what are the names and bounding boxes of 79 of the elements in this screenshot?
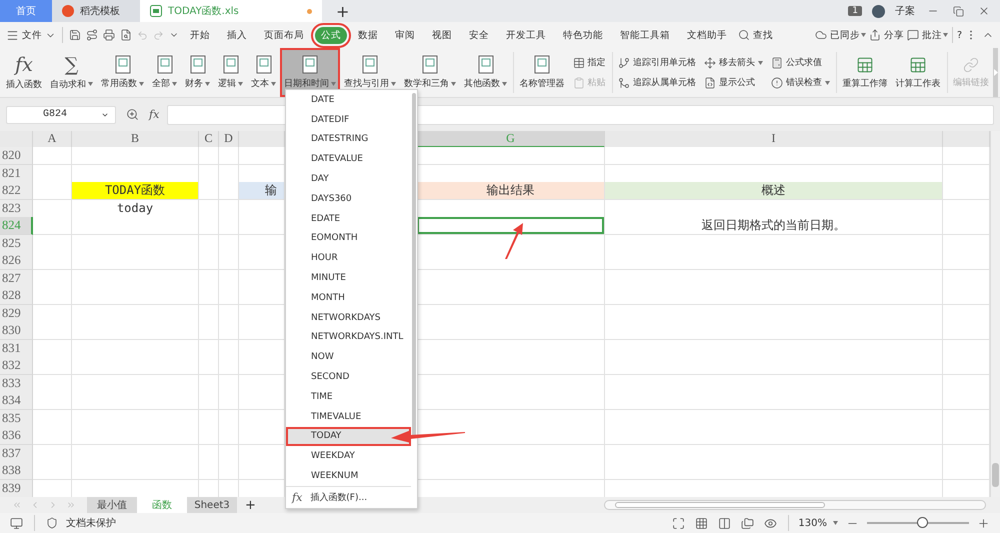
row-header[interactable]: 834: [0, 392, 33, 410]
row-header[interactable]: 826: [0, 252, 33, 270]
row-header[interactable]: 839: [0, 480, 33, 498]
row-header[interactable]: 823: [0, 200, 33, 218]
row-header[interactable]: 828: [0, 287, 33, 305]
file-menu[interactable]: 文件: [22, 28, 42, 42]
column-header[interactable]: C: [199, 131, 219, 148]
function-menu-item[interactable]: TODAY: [286, 426, 411, 446]
share-link[interactable]: 分享: [884, 28, 904, 42]
tool-button[interactable]: 追踪引用单元格: [618, 56, 696, 69]
protection-status[interactable]: 文档未保护: [66, 516, 116, 530]
help-link[interactable]: ?: [956, 30, 962, 40]
document-tab[interactable]: 稻壳模板: [52, 0, 140, 22]
table-cell[interactable]: 概述: [605, 182, 943, 200]
new-tab-button[interactable]: +: [322, 0, 364, 22]
find-link[interactable]: 查找: [753, 28, 773, 42]
column-header[interactable]: D: [219, 131, 239, 148]
table-cell[interactable]: 输出结果: [417, 182, 605, 200]
recalculate-button[interactable]: 重算工作簿: [838, 48, 892, 97]
row-header[interactable]: 838: [0, 462, 33, 480]
ribbon-tab[interactable]: 开始: [184, 26, 216, 44]
tool-button[interactable]: 显示公式: [704, 76, 763, 89]
row-header[interactable]: 836: [0, 427, 33, 445]
tool-button[interactable]: 移去箭头: [704, 56, 763, 69]
function-category-button[interactable]: 全部: [148, 48, 181, 97]
tool-button[interactable]: 公式求值: [771, 56, 830, 69]
function-menu-item[interactable]: DATE: [286, 90, 411, 110]
comment-link[interactable]: 批注: [922, 28, 942, 42]
name-manager-button[interactable]: 名称管理器: [516, 48, 568, 97]
row-header[interactable]: 831: [0, 340, 33, 358]
row-header[interactable]: 825: [0, 234, 33, 252]
function-category-button[interactable]: 财务: [181, 48, 214, 97]
column-header[interactable]: B: [72, 131, 199, 148]
row-header[interactable]: 820: [0, 147, 33, 165]
function-category-button[interactable]: ∑ 自动求和: [46, 48, 97, 97]
table-cell[interactable]: 输: [239, 182, 285, 200]
ribbon-tab[interactable]: 页面布局: [258, 26, 310, 44]
table-cell[interactable]: TODAY函数: [72, 182, 199, 200]
function-category-button[interactable]: fx 插入函数: [2, 48, 46, 97]
row-header[interactable]: 821: [0, 164, 33, 182]
tool-button[interactable]: 追踪从属单元格: [618, 76, 696, 89]
tool-button[interactable]: 错误检查: [771, 76, 830, 89]
function-glyph-icon: ∑: [64, 54, 78, 74]
function-category-button[interactable]: 文本: [247, 48, 280, 97]
name-box[interactable]: G824: [6, 106, 116, 124]
function-category-button[interactable]: 其他函数: [460, 48, 511, 97]
add-sheet-button[interactable]: +: [237, 497, 264, 513]
ribbon-tab[interactable]: 文档助手: [681, 26, 733, 44]
zoom-level[interactable]: 130%: [798, 518, 827, 528]
ribbon-tab[interactable]: 特色功能: [557, 26, 609, 44]
sheet-tab[interactable]: 最小值: [87, 497, 137, 513]
row-header[interactable]: 829: [0, 304, 33, 322]
row-header[interactable]: 830: [0, 322, 33, 340]
recalculate-button[interactable]: 计算工作表: [892, 48, 944, 97]
table-cell[interactable]: 返回日期格式的当前日期。: [605, 217, 943, 235]
ribbon-tab[interactable]: 开发工具: [500, 26, 552, 44]
ribbon-tab[interactable]: 安全: [463, 26, 495, 44]
ribbon-tab[interactable]: 插入: [221, 26, 253, 44]
window-count-badge[interactable]: 1: [848, 6, 862, 16]
insert-function-icon[interactable]: fx: [149, 108, 160, 121]
user-name[interactable]: 子案: [895, 4, 915, 18]
tool-button[interactable]: 指定: [572, 56, 606, 69]
function-category-button[interactable]: 常用函数: [97, 48, 148, 97]
row-header[interactable]: 837: [0, 444, 33, 462]
column-header[interactable]: I: [605, 131, 943, 148]
column-header[interactable]: A: [33, 131, 72, 148]
ribbon-tab[interactable]: 智能工具箱: [614, 26, 676, 44]
ribbon-tab[interactable]: 审阅: [389, 26, 421, 44]
row-header[interactable]: 833: [0, 374, 33, 392]
function-category-button[interactable]: 逻辑: [214, 48, 247, 97]
function-glyph-icon: fx: [15, 54, 33, 74]
ribbon-tab[interactable]: 视图: [426, 26, 458, 44]
row-header[interactable]: 832: [0, 357, 33, 375]
sheet-tab[interactable]: Sheet3: [187, 497, 237, 513]
row-header[interactable]: 827: [0, 270, 33, 288]
ribbon-tab[interactable]: 数据: [352, 26, 384, 44]
sync-status[interactable]: 已同步: [830, 28, 860, 42]
row-header[interactable]: 822: [0, 182, 33, 200]
row-header[interactable]: 835: [0, 410, 33, 428]
